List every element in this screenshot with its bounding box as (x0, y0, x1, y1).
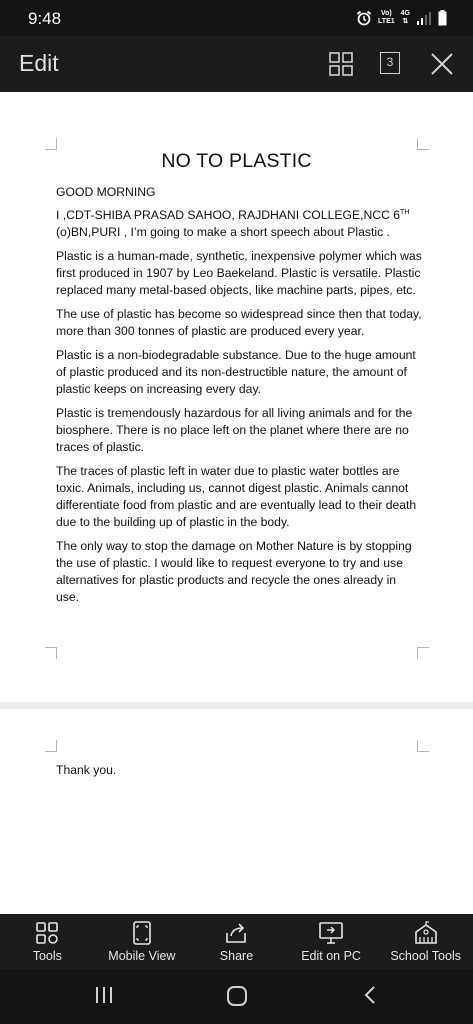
paragraph: Plastic is a human-made, synthetic, inex… (56, 249, 422, 297)
edit-on-pc-label: Edit on PC (301, 949, 361, 963)
tools-button[interactable]: Tools (0, 914, 95, 969)
status-time: 9:48 (28, 9, 62, 28)
intro-superscript: TH (400, 208, 410, 216)
edit-button[interactable]: Edit (19, 50, 59, 77)
margin-mark (45, 138, 57, 150)
mobile-view-button[interactable]: Mobile View (95, 914, 190, 969)
alarm-icon (356, 10, 372, 26)
mobile-view-label: Mobile View (108, 949, 176, 963)
intro-line-2: (o)BN,PURI , I’m going to make a short s… (56, 225, 390, 239)
status-icons: Vo) LTE1 4G ⇅ (356, 9, 447, 27)
margin-mark (45, 647, 57, 659)
margin-mark (45, 740, 57, 752)
page-count-button[interactable]: 3 (380, 52, 400, 74)
document-viewer[interactable]: NO TO PLASTIC GOOD MORNING I ,CDT-SHIBA … (0, 92, 473, 914)
margin-mark (417, 138, 429, 150)
share-button[interactable]: Share (189, 914, 284, 969)
edit-on-pc-button[interactable]: Edit on PC (284, 914, 379, 969)
paragraph: The traces of plastic left in water due … (56, 464, 417, 529)
paragraph: The only way to stop the damage on Mothe… (56, 539, 412, 604)
volte-indicator: Vo) LTE1 (378, 10, 395, 25)
school-tools-label: School Tools (390, 949, 461, 963)
mobile-view-icon (133, 921, 151, 945)
status-bar: 9:48 Vo) LTE1 4G ⇅ (0, 0, 473, 36)
school-icon (414, 921, 437, 944)
grid-view-icon[interactable] (327, 50, 355, 78)
document-page: NO TO PLASTIC GOOD MORNING I ,CDT-SHIBA … (0, 92, 473, 702)
network-indicator: 4G ⇅ (400, 10, 410, 25)
greeting-text: GOOD MORNING (56, 185, 156, 199)
paragraph: The use of plastic has become so widespr… (56, 307, 422, 338)
home-icon[interactable] (225, 984, 249, 1008)
bottom-toolbar: Tools Mobile View Share Edit on PC Schoo… (0, 914, 473, 969)
margin-mark (417, 740, 429, 752)
signal-icon (417, 12, 431, 25)
share-label: Share (219, 949, 254, 963)
top-app-bar: Edit (0, 36, 473, 92)
document-page: Thank you. (0, 709, 473, 914)
system-nav-bar (0, 969, 473, 1024)
intro-line-1: I ,CDT-SHIBA PRASAD SAHOO, RAJDHANI COLL… (56, 208, 401, 222)
document-body: GOOD MORNING I ,CDT-SHIBA PRASAD SAHOO, … (56, 184, 422, 613)
paragraph: Plastic is tremendously hazardous for al… (56, 406, 413, 454)
closing-text: Thank you. (56, 763, 117, 777)
share-icon (226, 923, 247, 943)
tools-label: Tools (32, 949, 62, 963)
recent-apps-icon[interactable] (93, 984, 115, 1006)
document-title: NO TO PLASTIC (161, 150, 312, 172)
back-icon[interactable] (361, 984, 379, 1006)
close-icon[interactable] (428, 50, 456, 78)
monitor-icon (319, 922, 343, 944)
tools-grid-icon (36, 922, 59, 944)
school-tools-button[interactable]: School Tools (378, 914, 473, 969)
margin-mark (417, 647, 429, 659)
paragraph: Plastic is a non-biodegradable substance… (56, 348, 416, 396)
battery-icon (438, 10, 447, 26)
intro-paragraph: I ,CDT-SHIBA PRASAD SAHOO, RAJDHANI COLL… (56, 207, 422, 241)
